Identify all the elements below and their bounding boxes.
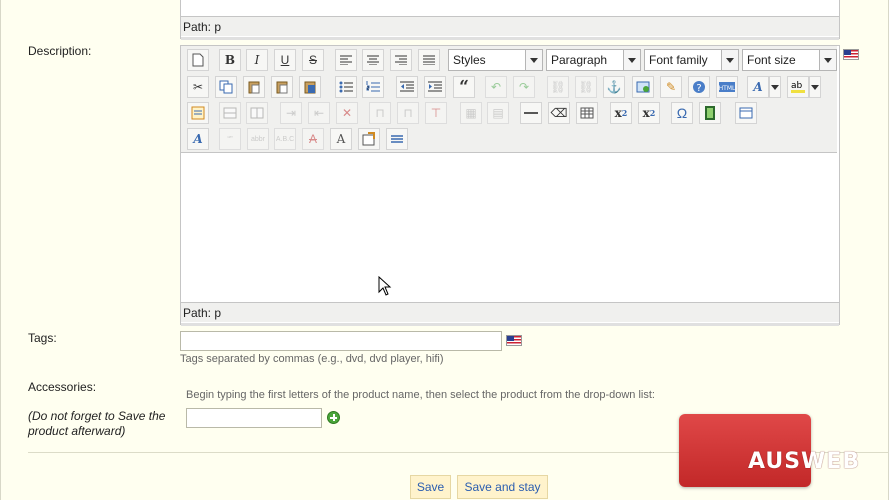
insert-table-icon[interactable] [576, 102, 598, 124]
cite-icon[interactable]: “” [219, 128, 241, 150]
svg-text:?: ? [696, 83, 701, 94]
chevron-down-icon [819, 50, 836, 70]
ausweb-logo-text: AUSWEB [748, 449, 861, 474]
top-editor-path-text: Path: p [183, 20, 222, 34]
align-center-icon[interactable] [362, 49, 384, 71]
insert-column-after-icon[interactable]: ⊓ [397, 102, 419, 124]
description-label: Description: [28, 44, 92, 58]
text-color-icon[interactable]: A [747, 76, 769, 98]
svg-text:HTML: HTML [719, 85, 735, 92]
text-color-chevron-down-icon[interactable] [769, 76, 781, 98]
paste-from-word-icon[interactable] [299, 76, 321, 98]
align-right-icon[interactable] [390, 49, 412, 71]
indent-icon[interactable] [424, 76, 446, 98]
outdent-icon[interactable] [396, 76, 418, 98]
description-editor-content[interactable] [181, 153, 837, 302]
cell-properties-icon[interactable] [246, 102, 268, 124]
abbreviation-icon[interactable]: abbr [247, 128, 269, 150]
paste-as-text-icon[interactable] [271, 76, 293, 98]
font-family-dropdown[interactable]: Font family [644, 49, 739, 71]
insertion-icon[interactable]: A [330, 128, 352, 150]
accessories-hint: Begin typing the first letters of the pr… [186, 389, 655, 401]
numbered-list-icon[interactable] [362, 76, 384, 98]
styles-dropdown-value: Styles [453, 53, 486, 67]
font-size-dropdown-value: Font size [747, 53, 796, 67]
cut-icon[interactable]: ✂ [187, 76, 209, 98]
help-icon[interactable]: ? [688, 76, 710, 98]
subscript-icon[interactable]: x2 [610, 102, 632, 124]
save-and-stay-button[interactable]: Save and stay [457, 475, 548, 499]
font-family-dropdown-value: Font family [649, 53, 708, 67]
delete-row-icon[interactable]: ✕ [336, 102, 358, 124]
anchor-icon[interactable]: ⚓ [603, 76, 625, 98]
html-source-icon[interactable]: HTML [716, 76, 738, 98]
language-flag-icon[interactable] [843, 49, 859, 60]
tags-input[interactable] [180, 331, 502, 351]
top-editor: Path: p [180, 0, 840, 40]
remove-formatting-icon[interactable]: ⌫ [548, 102, 570, 124]
row-properties-icon[interactable] [219, 102, 241, 124]
align-left-icon[interactable] [335, 49, 357, 71]
new-document-icon[interactable] [187, 49, 209, 71]
bullet-list-icon[interactable] [335, 76, 357, 98]
format-dropdown-value: Paragraph [551, 53, 608, 67]
insert-column-before-icon[interactable]: ⊓ [369, 102, 391, 124]
tags-language-flag-icon[interactable] [506, 335, 522, 346]
save-button[interactable]: Save [410, 475, 451, 499]
highlight-color-icon[interactable]: ab [787, 76, 809, 98]
top-editor-path-bar: Path: p [181, 16, 839, 40]
tags-label: Tags: [28, 331, 57, 345]
cleanup-icon[interactable]: ✎ [660, 76, 682, 98]
svg-text:ab: ab [791, 81, 803, 91]
horizontal-rule-icon[interactable] [520, 102, 542, 124]
bold-button[interactable]: B [219, 49, 241, 71]
description-path-text: Path: p [183, 306, 222, 320]
description-toolbar: B I U S Styles Paragraph Font family Fon [181, 46, 837, 153]
align-justify-icon[interactable] [418, 49, 440, 71]
chevron-down-icon [623, 50, 640, 70]
styles-dropdown[interactable]: Styles [448, 49, 543, 71]
visual-chars-icon[interactable] [386, 128, 408, 150]
underline-button[interactable]: U [274, 49, 296, 71]
unlink-icon[interactable]: ⛓ [575, 76, 597, 98]
insert-row-before-icon[interactable]: ⇥ [280, 102, 302, 124]
description-editor: B I U S Styles Paragraph Font family Fon [180, 45, 840, 326]
mouse-cursor-icon [378, 276, 392, 296]
chevron-down-icon [525, 50, 542, 70]
image-icon[interactable] [632, 76, 654, 98]
strikethrough-button[interactable]: S [302, 49, 324, 71]
chevron-down-icon [721, 50, 738, 70]
frame-left-edge [0, 0, 1, 500]
insert-row-after-icon[interactable]: ⇤ [308, 102, 330, 124]
delete-column-icon[interactable]: ⊤ [425, 102, 447, 124]
deletion-icon[interactable]: A [302, 128, 324, 150]
attributes-icon[interactable] [358, 128, 380, 150]
insert-layer-icon[interactable] [735, 102, 757, 124]
special-character-icon[interactable]: Ω [671, 102, 693, 124]
acronym-icon[interactable]: A.B.C [274, 128, 296, 150]
accessories-label: Accessories: [28, 380, 97, 394]
redo-icon[interactable]: ↷ [513, 76, 535, 98]
add-accessory-plus-icon[interactable] [327, 411, 340, 424]
paste-icon[interactable] [243, 76, 265, 98]
description-path-bar: Path: p [181, 302, 839, 326]
tags-hint: Tags separated by commas (e.g., dvd, dvd… [180, 353, 444, 365]
format-dropdown[interactable]: Paragraph [546, 49, 641, 71]
undo-icon[interactable]: ↶ [485, 76, 507, 98]
styles-props-icon[interactable]: A [187, 128, 209, 150]
link-icon[interactable]: ⛓ [547, 76, 569, 98]
font-size-dropdown[interactable]: Font size [742, 49, 837, 71]
italic-button[interactable]: I [246, 49, 268, 71]
insert-media-icon[interactable] [699, 102, 721, 124]
accessories-input[interactable] [186, 408, 322, 428]
accessories-note: (Do not forget to Save the product after… [28, 409, 166, 438]
table-properties-icon[interactable] [187, 102, 209, 124]
blockquote-icon[interactable]: “ [453, 76, 475, 98]
merge-cells-icon[interactable]: ▤ [487, 102, 509, 124]
split-cells-icon[interactable]: ▦ [460, 102, 482, 124]
superscript-icon[interactable]: x2 [638, 102, 660, 124]
highlight-color-chevron-down-icon[interactable] [809, 76, 821, 98]
copy-icon[interactable] [215, 76, 237, 98]
